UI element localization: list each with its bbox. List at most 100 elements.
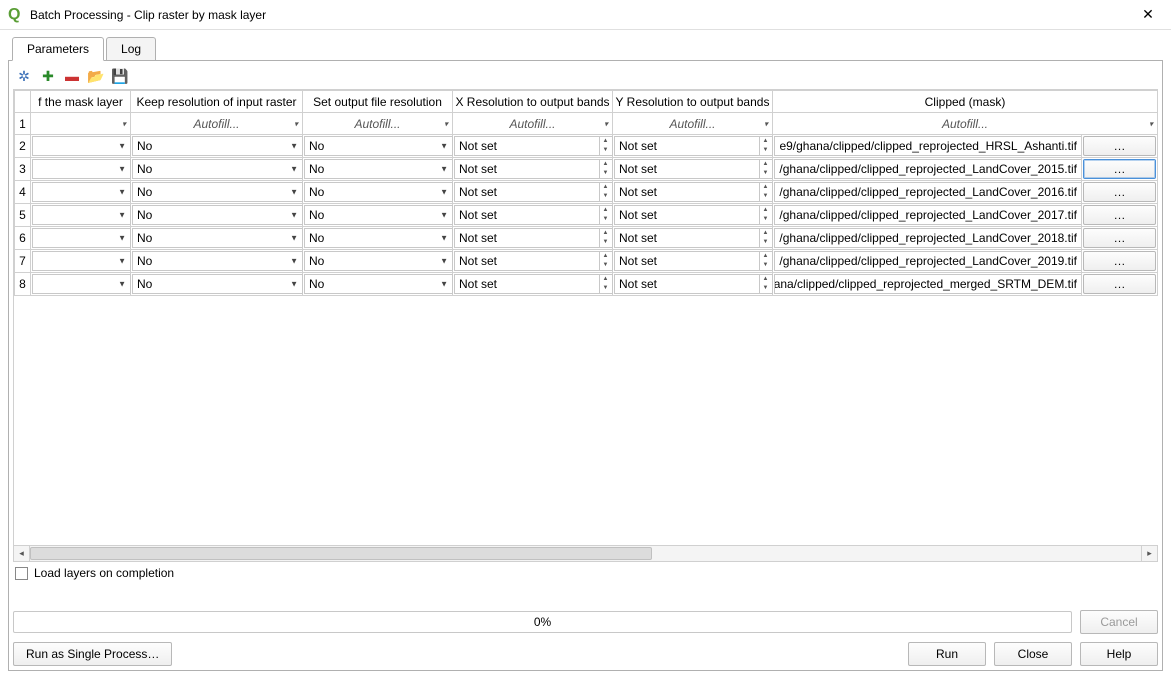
browse-output-button[interactable]: … [1083, 182, 1156, 202]
horizontal-scrollbar[interactable]: ◂ ▸ [13, 546, 1158, 562]
spin-up-icon[interactable]: ▲ [759, 183, 771, 192]
spin-down-icon[interactable]: ▼ [599, 215, 611, 224]
clipped-output-field[interactable]: /ghana/clipped/clipped_reprojected_LandC… [774, 159, 1082, 179]
x-resolution-input[interactable]: Not set▲▼ [454, 251, 613, 271]
spin-up-icon[interactable]: ▲ [599, 229, 611, 238]
row-header[interactable]: 2 [15, 135, 31, 158]
spin-down-icon[interactable]: ▼ [599, 192, 611, 201]
window-close-button[interactable]: ✕ [1133, 6, 1163, 23]
x-resolution-input[interactable]: Not set▲▼ [454, 136, 613, 156]
x-resolution-input[interactable]: Not set▲▼ [454, 228, 613, 248]
keep-resolution-combo[interactable]: No▼ [132, 228, 303, 248]
row-header[interactable]: 5 [15, 204, 31, 227]
set-resolution-combo[interactable]: No▼ [304, 274, 453, 294]
browse-output-button[interactable]: … [1083, 159, 1156, 179]
row-header[interactable]: 6 [15, 227, 31, 250]
autofill-xres[interactable]: Autofill...▾ [453, 113, 613, 135]
x-resolution-input[interactable]: Not set▲▼ [454, 205, 613, 225]
y-resolution-input[interactable]: Not set▲▼ [614, 136, 773, 156]
spin-down-icon[interactable]: ▼ [599, 261, 611, 270]
spin-up-icon[interactable]: ▲ [599, 275, 611, 284]
spin-up-icon[interactable]: ▲ [599, 137, 611, 146]
set-resolution-combo[interactable]: No▼ [304, 205, 453, 225]
spin-down-icon[interactable]: ▼ [759, 192, 771, 201]
x-resolution-input[interactable]: Not set▲▼ [454, 274, 613, 294]
keep-resolution-combo[interactable]: No▼ [132, 251, 303, 271]
spin-down-icon[interactable]: ▼ [599, 169, 611, 178]
spin-down-icon[interactable]: ▼ [759, 261, 771, 270]
row-header-1[interactable]: 1 [15, 113, 31, 135]
col-header-setres[interactable]: Set output file resolution [303, 91, 453, 113]
spin-down-icon[interactable]: ▼ [599, 146, 611, 155]
autofill-mask[interactable]: ▾ [31, 113, 131, 135]
keep-resolution-combo[interactable]: No▼ [132, 136, 303, 156]
keep-resolution-combo[interactable]: No▼ [132, 182, 303, 202]
clipped-output-field[interactable]: e9/ghana/clipped/clipped_reprojected_HRS… [774, 136, 1082, 156]
save-batch-icon[interactable]: 💾 [111, 67, 129, 85]
add-row-icon[interactable]: ✚ [39, 67, 57, 85]
spin-up-icon[interactable]: ▲ [759, 160, 771, 169]
set-resolution-combo[interactable]: No▼ [304, 228, 453, 248]
advanced-icon[interactable]: ✲ [15, 67, 33, 85]
col-header-xres[interactable]: X Resolution to output bands [453, 91, 613, 113]
col-header-mask[interactable]: f the mask layer [31, 91, 131, 113]
mask-layer-combo[interactable]: ▼ [32, 251, 131, 271]
spin-up-icon[interactable]: ▲ [599, 206, 611, 215]
scroll-left-icon[interactable]: ◂ [14, 546, 30, 561]
spin-down-icon[interactable]: ▼ [759, 215, 771, 224]
mask-layer-combo[interactable]: ▼ [32, 159, 131, 179]
browse-output-button[interactable]: … [1083, 251, 1156, 271]
spin-down-icon[interactable]: ▼ [759, 146, 771, 155]
x-resolution-input[interactable]: Not set▲▼ [454, 159, 613, 179]
set-resolution-combo[interactable]: No▼ [304, 136, 453, 156]
spin-down-icon[interactable]: ▼ [599, 238, 611, 247]
set-resolution-combo[interactable]: No▼ [304, 182, 453, 202]
spin-up-icon[interactable]: ▲ [759, 206, 771, 215]
autofill-yres[interactable]: Autofill...▾ [613, 113, 773, 135]
set-resolution-combo[interactable]: No▼ [304, 251, 453, 271]
spin-up-icon[interactable]: ▲ [599, 183, 611, 192]
y-resolution-input[interactable]: Not set▲▼ [614, 205, 773, 225]
browse-output-button[interactable]: … [1083, 205, 1156, 225]
spin-up-icon[interactable]: ▲ [759, 137, 771, 146]
spin-up-icon[interactable]: ▲ [599, 252, 611, 261]
mask-layer-combo[interactable]: ▼ [32, 274, 131, 294]
row-header[interactable]: 3 [15, 158, 31, 181]
run-single-button[interactable]: Run as Single Process… [13, 642, 172, 666]
clipped-output-field[interactable]: ana/clipped/clipped_reprojected_merged_S… [774, 274, 1082, 294]
y-resolution-input[interactable]: Not set▲▼ [614, 228, 773, 248]
spin-up-icon[interactable]: ▲ [599, 160, 611, 169]
mask-layer-combo[interactable]: ▼ [32, 228, 131, 248]
scroll-right-icon[interactable]: ▸ [1141, 546, 1157, 561]
col-header-yres[interactable]: Y Resolution to output bands [613, 91, 773, 113]
tab-log[interactable]: Log [106, 37, 156, 61]
set-resolution-combo[interactable]: No▼ [304, 159, 453, 179]
mask-layer-combo[interactable]: ▼ [32, 182, 131, 202]
keep-resolution-combo[interactable]: No▼ [132, 274, 303, 294]
remove-row-icon[interactable]: ▬ [63, 67, 81, 85]
spin-down-icon[interactable]: ▼ [759, 238, 771, 247]
row-header[interactable]: 4 [15, 181, 31, 204]
col-header-keep[interactable]: Keep resolution of input raster [131, 91, 303, 113]
run-button[interactable]: Run [908, 642, 986, 666]
spin-up-icon[interactable]: ▲ [759, 252, 771, 261]
autofill-keep[interactable]: Autofill...▾ [131, 113, 303, 135]
spin-down-icon[interactable]: ▼ [599, 284, 611, 293]
y-resolution-input[interactable]: Not set▲▼ [614, 159, 773, 179]
col-header-clipped[interactable]: Clipped (mask) [773, 91, 1158, 113]
scroll-track[interactable] [30, 546, 1141, 561]
clipped-output-field[interactable]: /ghana/clipped/clipped_reprojected_LandC… [774, 251, 1082, 271]
open-batch-icon[interactable]: 📂 [87, 67, 105, 85]
mask-layer-combo[interactable]: ▼ [32, 205, 131, 225]
row-header[interactable]: 7 [15, 250, 31, 273]
spin-down-icon[interactable]: ▼ [759, 284, 771, 293]
cancel-button[interactable]: Cancel [1080, 610, 1158, 634]
row-header[interactable]: 8 [15, 273, 31, 296]
browse-output-button[interactable]: … [1083, 136, 1156, 156]
close-button[interactable]: Close [994, 642, 1072, 666]
y-resolution-input[interactable]: Not set▲▼ [614, 182, 773, 202]
help-button[interactable]: Help [1080, 642, 1158, 666]
browse-output-button[interactable]: … [1083, 228, 1156, 248]
clipped-output-field[interactable]: /ghana/clipped/clipped_reprojected_LandC… [774, 182, 1082, 202]
scroll-thumb[interactable] [30, 547, 652, 560]
